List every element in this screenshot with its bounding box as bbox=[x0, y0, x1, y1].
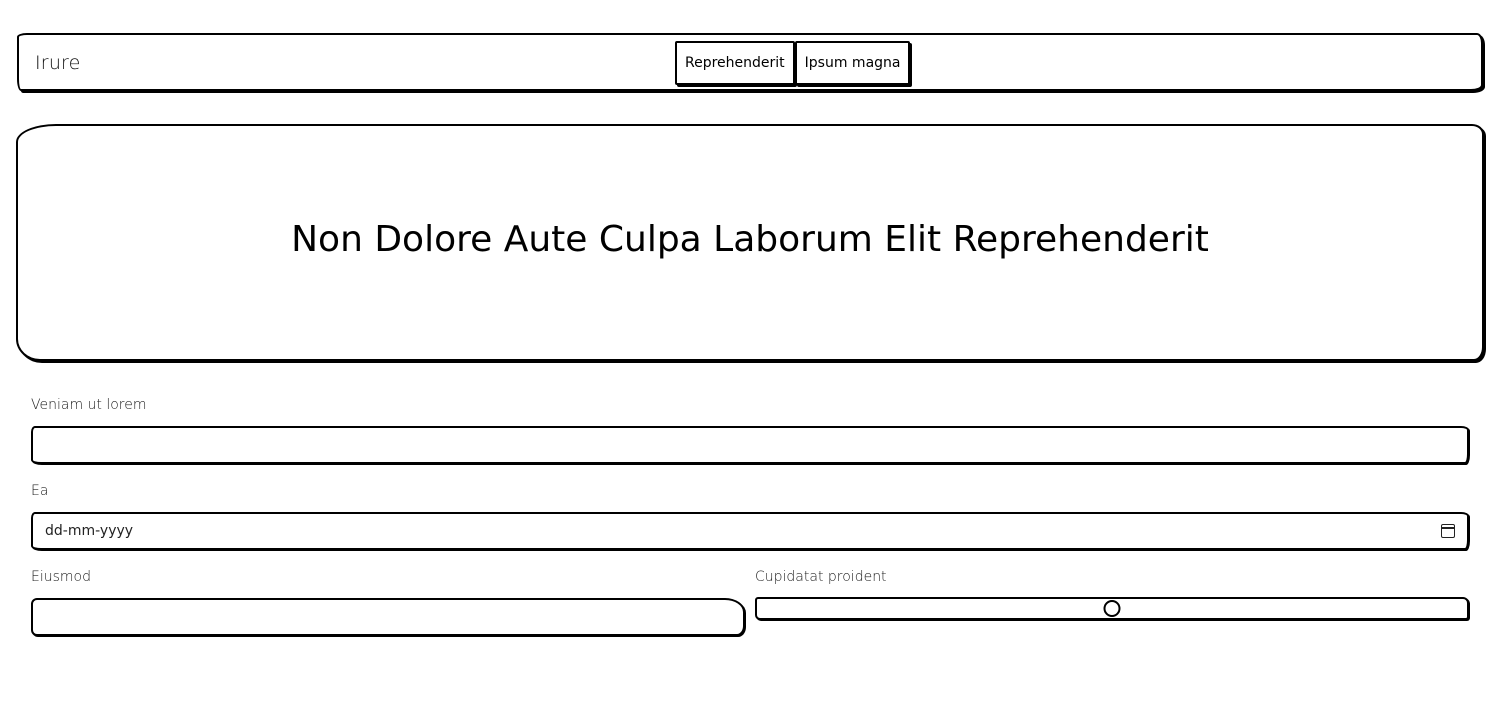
field-label-veniam: Veniam ut lorem bbox=[31, 397, 147, 413]
navbar: Irure Reprehenderit Ipsum magna bbox=[17, 33, 1483, 91]
brand-title[interactable]: Irure bbox=[35, 52, 81, 74]
hero-title: Non Dolore Aute Culpa Laborum Elit Repre… bbox=[291, 219, 1209, 260]
calendar-icon[interactable] bbox=[1441, 524, 1455, 538]
date-placeholder: dd-mm-yyyy bbox=[45, 523, 134, 539]
text-input-veniam[interactable] bbox=[31, 426, 1469, 464]
field-label-eiusmod: Eiusmod bbox=[31, 569, 91, 585]
hero-banner: Non Dolore Aute Culpa Laborum Elit Repre… bbox=[16, 124, 1484, 361]
nav-button-ipsum-magna[interactable]: Ipsum magna bbox=[794, 41, 911, 85]
text-input-eiusmod[interactable] bbox=[31, 598, 745, 636]
field-label-cupidatat: Cupidatat proident bbox=[755, 569, 887, 585]
nav-button-group: Reprehenderit Ipsum magna bbox=[675, 41, 911, 85]
field-label-ea: Ea bbox=[31, 483, 49, 499]
nav-button-reprehenderit[interactable]: Reprehenderit bbox=[675, 41, 795, 85]
date-input-ea[interactable]: dd-mm-yyyy bbox=[31, 512, 1469, 550]
range-slider-thumb[interactable] bbox=[1103, 600, 1121, 617]
range-slider-cupidatat[interactable] bbox=[755, 597, 1469, 620]
